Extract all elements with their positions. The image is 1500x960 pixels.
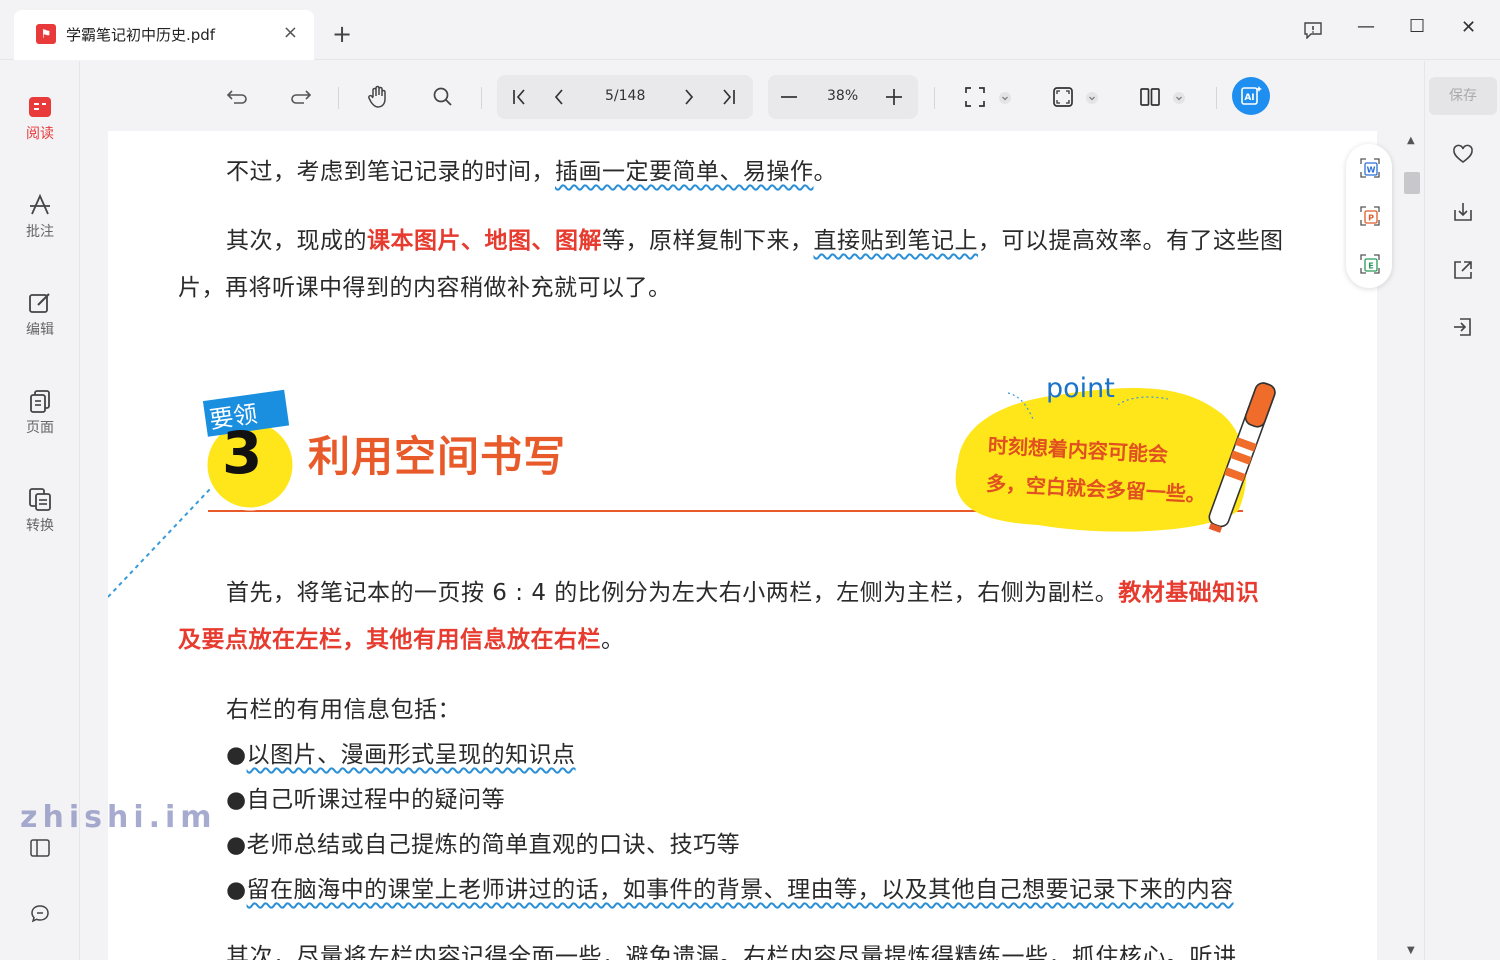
- section-number: 3: [222, 419, 263, 487]
- feedback-icon[interactable]: [1303, 21, 1323, 39]
- list-item: ●留在脑海中的课堂上老师讲过的话，如事件的背景、理由等，以及其他自己想要记录下来…: [226, 877, 1234, 903]
- convert-to-word-icon[interactable]: W: [1358, 156, 1382, 180]
- svg-text:W: W: [1367, 166, 1376, 175]
- fullscreen-dropdown-icon[interactable]: [998, 91, 1012, 105]
- search-icon[interactable]: [432, 86, 454, 108]
- save-button[interactable]: 保存: [1429, 77, 1497, 115]
- zoom-in-icon[interactable]: [885, 88, 903, 106]
- minimize-button[interactable]: —: [1357, 16, 1375, 37]
- svg-text:E: E: [1368, 262, 1373, 271]
- watermark: zhishi.im: [20, 800, 217, 835]
- doc-list-intro: 右栏的有用信息包括：: [226, 697, 461, 723]
- doc-last-line: 其次，尽量将左栏内容记得全面一些，避免遗漏。右栏内容尽量提炼得精练一些，抓住核心…: [226, 944, 1237, 960]
- fullscreen-icon[interactable]: [964, 86, 986, 108]
- tab-close-icon[interactable]: ×: [283, 22, 298, 43]
- list-item: ●以图片、漫画形式呈现的知识点: [226, 742, 576, 768]
- comment-icon[interactable]: [30, 904, 50, 924]
- doc-line-1: 不过，考虑到笔记记录的时间，插画一定要简单、易操作。: [226, 159, 837, 185]
- nav-read-label: 阅读: [26, 126, 54, 142]
- export-icon[interactable]: [1452, 316, 1474, 338]
- vertical-scrollbar[interactable]: ▲ ▼: [1402, 131, 1422, 960]
- doc-para-1-cont: 及要点放在左栏，其他有用信息放在右栏。: [178, 627, 625, 653]
- tab-title: 学霸笔记初中历史.pdf: [66, 26, 216, 44]
- nav-pages-label: 页面: [26, 420, 54, 436]
- list-item: ●老师总结或自己提炼的简单直观的口诀、技巧等: [226, 832, 741, 858]
- page-indicator[interactable]: 5/148: [605, 88, 645, 104]
- point-label: point: [1046, 373, 1115, 404]
- page-navigation-group: 5/148: [497, 75, 753, 119]
- zoom-out-icon[interactable]: [780, 89, 798, 105]
- page-layout-icon[interactable]: [1139, 86, 1161, 108]
- convert-icon: [29, 488, 51, 511]
- redo-icon[interactable]: [290, 87, 312, 105]
- nav-edit-label: 编辑: [26, 322, 54, 338]
- fit-page-icon[interactable]: [1052, 86, 1074, 108]
- hand-tool-icon[interactable]: [367, 85, 389, 109]
- book-icon: [29, 97, 51, 117]
- edit-icon: [29, 293, 50, 313]
- toolbar: 5/148 38% AI: [81, 61, 1423, 131]
- prev-page-icon[interactable]: [551, 88, 567, 106]
- convert-to-ppt-icon[interactable]: P: [1358, 204, 1382, 228]
- section-title: 利用空间书写: [308, 432, 567, 481]
- share-external-icon[interactable]: [1452, 259, 1474, 281]
- scroll-down-icon[interactable]: ▼: [1407, 945, 1415, 956]
- convert-to-excel-icon[interactable]: E: [1358, 252, 1382, 276]
- title-bar: ⚑ 学霸笔记初中历史.pdf × + — ☐ ✕: [0, 0, 1500, 60]
- download-icon[interactable]: [1452, 201, 1474, 223]
- right-rail: 保存: [1424, 61, 1500, 960]
- pages-icon: [30, 390, 50, 413]
- first-page-icon[interactable]: [511, 88, 527, 106]
- scroll-up-icon[interactable]: ▲: [1407, 135, 1415, 146]
- doc-para-1: 首先，将笔记本的一页按 6 : 4 的比例分为左大右小两栏，左侧为主栏，右侧为副…: [226, 580, 1260, 606]
- pdf-page: 不过，考虑到笔记记录的时间，插画一定要简单、易操作。 其次，现成的课本图片、地图…: [108, 131, 1377, 960]
- undo-icon[interactable]: [226, 87, 248, 105]
- svg-text:AI: AI: [1244, 93, 1254, 103]
- nav-pages[interactable]: 页面: [0, 389, 80, 437]
- nav-convert[interactable]: 转换: [0, 487, 80, 535]
- zoom-level[interactable]: 38%: [827, 88, 858, 104]
- doc-line-2: 其次，现成的课本图片、地图、图解等，原样复制下来，直接贴到笔记上，可以提高效率。…: [226, 228, 1284, 254]
- nav-annotate[interactable]: 批注: [0, 193, 80, 241]
- last-page-icon[interactable]: [721, 88, 737, 106]
- nav-read[interactable]: 阅读: [0, 95, 80, 143]
- doc-line-3: 片，再将听课中得到的内容稍做补充就可以了。: [178, 275, 672, 301]
- close-window-button[interactable]: ✕: [1461, 17, 1476, 38]
- next-page-icon[interactable]: [681, 88, 697, 106]
- scroll-thumb[interactable]: [1404, 172, 1420, 194]
- new-tab-button[interactable]: +: [332, 20, 352, 48]
- sidebar-panel-icon[interactable]: [30, 839, 50, 857]
- list-item: ●自己听课过程中的疑问等: [226, 787, 506, 813]
- maximize-button[interactable]: ☐: [1409, 16, 1425, 37]
- favorite-heart-icon[interactable]: [1452, 144, 1474, 164]
- fit-dropdown-icon[interactable]: [1085, 91, 1099, 105]
- annotate-icon: [30, 193, 50, 215]
- svg-text:P: P: [1368, 214, 1374, 223]
- nav-edit[interactable]: 编辑: [0, 291, 80, 339]
- nav-convert-label: 转换: [26, 518, 54, 534]
- pdf-file-icon: ⚑: [36, 24, 56, 44]
- zoom-group: 38%: [768, 75, 918, 119]
- ai-assistant-icon[interactable]: AI: [1232, 77, 1270, 115]
- quick-convert-panel: W P E: [1346, 144, 1392, 288]
- nav-annotate-label: 批注: [26, 224, 54, 240]
- layout-dropdown-icon[interactable]: [1172, 91, 1186, 105]
- document-tab[interactable]: ⚑ 学霸笔记初中历史.pdf ×: [14, 10, 314, 60]
